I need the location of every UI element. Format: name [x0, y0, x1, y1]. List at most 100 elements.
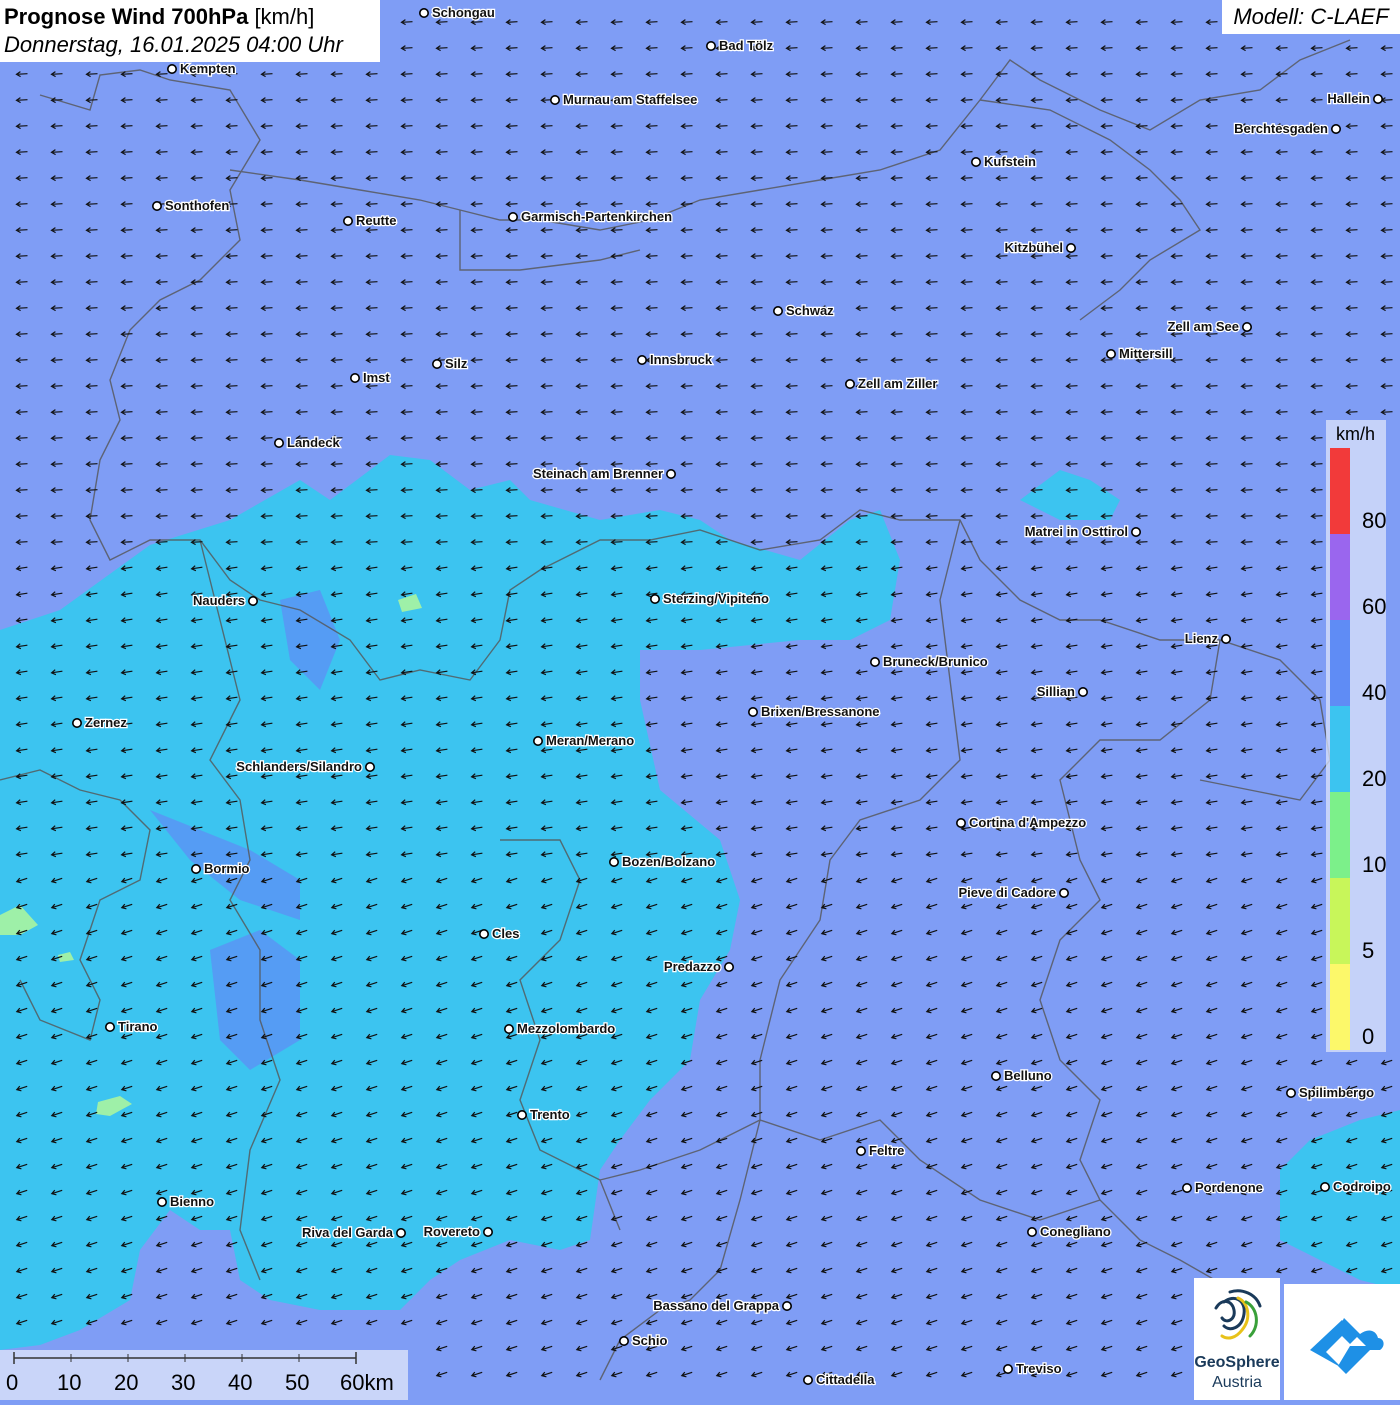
city-dot: [105, 1021, 116, 1032]
city-label: Zell am See: [1167, 319, 1239, 334]
city-dot: [1221, 633, 1232, 644]
city-dot: [1331, 124, 1342, 135]
city-dot: [802, 1375, 813, 1386]
forecast-datetime: Donnerstag, 16.01.2025 04:00 Uhr: [4, 32, 343, 57]
city-dot: [157, 1197, 168, 1208]
city-label: Treviso: [1016, 1361, 1062, 1376]
city-dot: [342, 216, 353, 227]
city-dot: [1242, 321, 1253, 332]
city-dot: [608, 856, 619, 867]
scale-label-50: 50: [285, 1370, 310, 1395]
city-dot: [705, 40, 716, 51]
geosphere-emblem-icon: [1214, 1289, 1262, 1340]
scale-label-40: 40: [228, 1370, 253, 1395]
city-label: Silz: [445, 356, 468, 371]
city-dot: [349, 372, 360, 383]
legend-label-40: 40: [1362, 680, 1387, 705]
city-label: Pordenone: [1195, 1180, 1263, 1195]
city-dot: [1182, 1183, 1193, 1194]
city-label: Murnau am Staffelsee: [563, 92, 697, 107]
city-label: Feltre: [869, 1143, 904, 1158]
model-label: Modell: C-LAEF: [1222, 0, 1400, 34]
city-label: Bormio: [204, 861, 250, 876]
city-label: Tirano: [118, 1019, 158, 1034]
city-label: Spilimbergo: [1299, 1085, 1374, 1100]
city-label: Schongau: [432, 5, 495, 20]
city-label: Sterzing/Vipiteno: [663, 591, 769, 606]
city-label: Predazzo: [664, 959, 721, 974]
city-label: Kufstein: [984, 154, 1036, 169]
city-dot: [1059, 887, 1070, 898]
city-dot: [72, 717, 83, 728]
city-dot: [990, 1071, 1001, 1082]
city-dot: [1131, 526, 1142, 537]
city-dot: [665, 468, 676, 479]
city-label: Reutte: [356, 213, 396, 228]
city-label: Conegliano: [1040, 1224, 1111, 1239]
city-label: Belluno: [1004, 1068, 1052, 1083]
city-label: Rovereto: [424, 1224, 480, 1239]
legend-label-10: 10: [1362, 852, 1387, 877]
city-label: Mittersill: [1119, 346, 1172, 361]
city-label: Berchtesgaden: [1234, 121, 1328, 136]
city-label: Pieve di Cadore: [958, 885, 1056, 900]
wind-map: Schongau Bad Tölz Kempten Murnau am Staffel…: [0, 0, 1400, 1400]
legend-label-60: 60: [1362, 594, 1387, 619]
map-title: Prognose Wind 700hPa [km/h]: [4, 4, 376, 30]
city-dot: [418, 8, 429, 18]
city-dot: [431, 358, 442, 369]
city-dot: [781, 1301, 792, 1312]
city-dot: [618, 1336, 629, 1347]
city-label: Kempten: [180, 61, 236, 76]
city-label: Landeck: [287, 435, 341, 450]
city-label: Schwaz: [786, 303, 834, 318]
city-label: Bad Tölz: [719, 38, 774, 53]
city-label: Cittadella: [816, 1372, 875, 1387]
legend-label-80: 80: [1362, 508, 1387, 533]
title-box: Prognose Wind 700hPa [km/h] Donnerstag, …: [0, 0, 380, 62]
scale-bar: [13, 1352, 357, 1364]
city-dot: [167, 64, 178, 75]
title-unit: [km/h]: [254, 4, 315, 29]
city-dot: [1066, 243, 1077, 254]
city-dot: [869, 656, 880, 667]
city-label: Matrei in Osttirol: [1025, 524, 1128, 539]
city-dot: [844, 378, 855, 389]
weather-app-icon: [1310, 1318, 1384, 1374]
city-dot: [364, 761, 375, 772]
title-main: Prognose Wind 700hPa: [4, 4, 249, 29]
city-label: Zell am Ziller: [858, 376, 937, 391]
city-label: Brixen/Bressanone: [761, 704, 880, 719]
legend-swatch-40: [1330, 620, 1350, 706]
city-label: Sonthofen: [165, 198, 229, 213]
city-dot: [1027, 1227, 1038, 1238]
city-dot: [152, 201, 163, 212]
city-dot: [248, 595, 259, 606]
legend-label-20: 20: [1362, 766, 1387, 791]
city-dot: [516, 1110, 527, 1121]
city-dot: [395, 1228, 406, 1239]
distance-scale: 0 10 20 30 40 50 60km: [0, 1350, 408, 1400]
city-label: Innsbruck: [650, 352, 713, 367]
city-label: Bienno: [170, 1194, 214, 1209]
city-dot: [1320, 1182, 1331, 1193]
city-dot: [549, 95, 560, 106]
scale-label-0: 0: [6, 1370, 19, 1395]
city-dot: [649, 593, 660, 604]
city-dot: [273, 437, 284, 448]
city-label: Bozen/Bolzano: [622, 854, 715, 869]
scale-label-10: 10: [57, 1370, 82, 1395]
city-dot: [747, 706, 758, 717]
city-dot: [503, 1024, 514, 1035]
city-label: Sillian: [1037, 684, 1075, 699]
city-dot: [191, 863, 202, 874]
city-label: Schio: [632, 1333, 667, 1348]
city-dot: [478, 928, 489, 939]
city-dot: [855, 1146, 866, 1157]
city-label: Mezzolombardo: [517, 1021, 615, 1036]
color-legend: km/h 80 60 40 20 10 5 0: [1326, 420, 1386, 1052]
city-dot: [636, 354, 647, 365]
city-label: Lienz: [1185, 631, 1219, 646]
city-dot: [955, 817, 966, 828]
city-label: Trento: [530, 1107, 570, 1122]
